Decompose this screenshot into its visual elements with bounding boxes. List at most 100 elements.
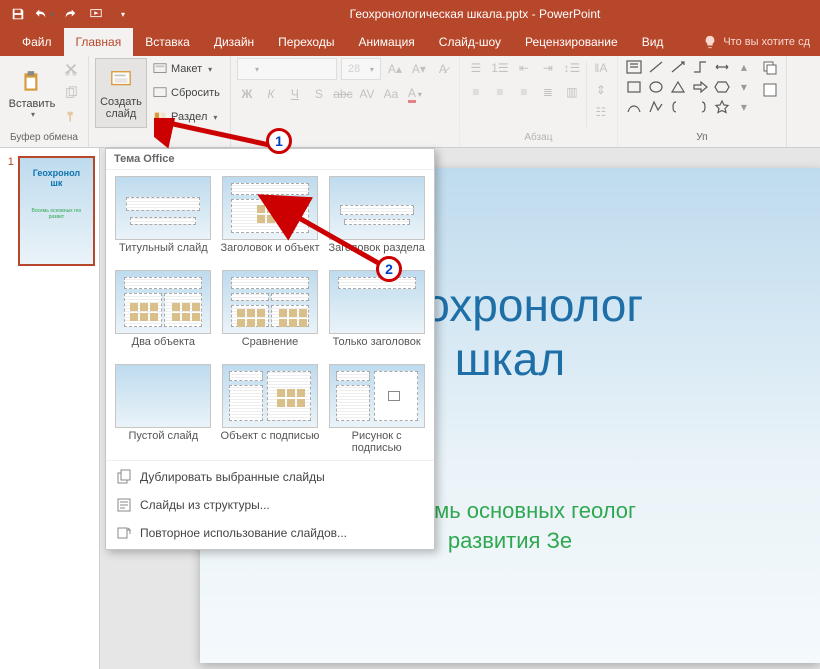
shape-right-arrow-icon[interactable] xyxy=(690,78,710,96)
undo-icon[interactable]: ▾ xyxy=(32,2,56,26)
columns-icon[interactable]: ▥ xyxy=(562,82,582,102)
change-case-icon[interactable]: Aa xyxy=(381,84,401,104)
shape-textbox-icon[interactable] xyxy=(624,58,644,76)
shape-double-arrow-icon[interactable] xyxy=(712,58,732,76)
duplicate-slides[interactable]: Дублировать выбранные слайды xyxy=(106,463,434,491)
underline-button[interactable]: Ч xyxy=(285,84,305,104)
tab-review[interactable]: Рецензирование xyxy=(513,28,630,56)
decrease-indent-icon[interactable]: ⇤ xyxy=(514,58,534,78)
redo-icon[interactable] xyxy=(58,2,82,26)
tell-me-search[interactable]: Что вы хотите сд xyxy=(693,28,820,56)
tab-home[interactable]: Главная xyxy=(64,28,134,56)
group-drawing: ▴ ▾ ▾ Уп xyxy=(618,56,787,147)
shape-brace-icon[interactable] xyxy=(668,98,688,116)
gallery-header: Тема Office xyxy=(106,149,434,170)
slide-thumbnails: 1 Геохронол шк Восемь основных гео разви… xyxy=(0,148,100,669)
shape-curve-icon[interactable] xyxy=(624,98,644,116)
align-text-icon[interactable]: ⇕ xyxy=(591,80,611,100)
tab-slideshow[interactable]: Слайд-шоу xyxy=(427,28,513,56)
group-label-clipboard: Буфер обмена xyxy=(6,131,82,147)
shape-rect-icon[interactable] xyxy=(624,78,644,96)
align-right-icon[interactable]: ≡ xyxy=(514,82,534,102)
font-color-icon[interactable]: A▾ xyxy=(405,84,425,104)
layout-button[interactable]: Макет▾ xyxy=(149,58,224,80)
shape-more-bottom-icon[interactable]: ▾ xyxy=(734,98,754,116)
justify-icon[interactable]: ≣ xyxy=(538,82,558,102)
shape-hexagon-icon[interactable] xyxy=(712,78,732,96)
slides-from-outline[interactable]: Слайды из структуры... xyxy=(106,491,434,519)
tab-file[interactable]: Файл xyxy=(10,28,64,56)
shape-more-top-icon[interactable]: ▴ xyxy=(734,58,754,76)
char-spacing-icon[interactable]: AV xyxy=(357,84,377,104)
shape-star-icon[interactable] xyxy=(712,98,732,116)
bullets-icon[interactable]: ☰ xyxy=(466,58,486,78)
layout-title-content[interactable]: Заголовок и объект xyxy=(219,176,322,266)
arrange-icon[interactable] xyxy=(760,58,780,78)
numbering-icon[interactable]: 1☰ xyxy=(490,58,510,78)
thumb-number: 1 xyxy=(4,156,14,168)
layout-title-only[interactable]: Только заголовок xyxy=(325,270,428,360)
tab-view[interactable]: Вид xyxy=(630,28,676,56)
titlebar: ▾ ▾ Геохронологическая шкала.pptx - Powe… xyxy=(0,0,820,28)
shape-elbow-icon[interactable] xyxy=(690,58,710,76)
group-paragraph: ☰ 1☰ ⇤ ⇥ ↕☰ ≡ ≡ ≡ ≣ ▥ ‖A ⇕ ☷ Абзац xyxy=(460,56,618,147)
duplicate-icon xyxy=(116,469,132,485)
save-icon[interactable] xyxy=(6,2,30,26)
align-left-icon[interactable]: ≡ xyxy=(466,82,486,102)
align-center-icon[interactable]: ≡ xyxy=(490,82,510,102)
layout-two-content[interactable]: Два объекта xyxy=(112,270,215,360)
reset-button[interactable]: Сбросить xyxy=(149,82,224,104)
layout-content-caption[interactable]: Объект с подписью xyxy=(219,364,322,454)
layout-section-header[interactable]: Заголовок раздела xyxy=(325,176,428,266)
slide-thumb-1[interactable]: Геохронол шк Восемь основных гео развит xyxy=(18,156,95,266)
shape-line-arrow-icon[interactable] xyxy=(668,58,688,76)
paste-button[interactable]: Вставить ▾ xyxy=(6,58,58,128)
layout-title-slide[interactable]: Титульный слайд xyxy=(112,176,215,266)
quick-styles-icon[interactable] xyxy=(760,80,780,100)
quick-access-toolbar: ▾ ▾ xyxy=(0,2,134,26)
layout-picture-caption[interactable]: Рисунок с подписью xyxy=(325,364,428,454)
italic-button[interactable]: К xyxy=(261,84,281,104)
lightbulb-icon xyxy=(703,35,717,49)
layout-comparison[interactable]: Сравнение xyxy=(219,270,322,360)
shape-triangle-icon[interactable] xyxy=(668,78,688,96)
shape-more-mid-icon[interactable]: ▾ xyxy=(734,78,754,96)
tab-design[interactable]: Дизайн xyxy=(202,28,266,56)
section-button[interactable]: Раздел▾ xyxy=(149,106,224,128)
reuse-slides[interactable]: Повторное использование слайдов... xyxy=(106,519,434,547)
format-painter-button[interactable] xyxy=(60,106,82,128)
shadow-button[interactable]: S xyxy=(309,84,329,104)
font-family-select[interactable]: ▾ xyxy=(237,58,337,80)
group-clipboard: Вставить ▾ Буфер обмена xyxy=(0,56,89,147)
bold-button[interactable]: Ж xyxy=(237,84,257,104)
ribbon: Вставить ▾ Буфер обмена Создать слайд Ма… xyxy=(0,56,820,148)
cut-button[interactable] xyxy=(60,58,82,80)
reuse-icon xyxy=(116,525,132,541)
strike-button[interactable]: abc xyxy=(333,84,353,104)
decrease-font-icon[interactable]: A▾ xyxy=(409,59,429,79)
shape-line-icon[interactable] xyxy=(646,58,666,76)
layout-blank[interactable]: Пустой слайд xyxy=(112,364,215,454)
shape-oval-icon[interactable] xyxy=(646,78,666,96)
line-spacing-icon[interactable]: ↕☰ xyxy=(562,58,582,78)
font-size-select[interactable]: 28▾ xyxy=(341,58,381,80)
increase-font-icon[interactable]: A▴ xyxy=(385,59,405,79)
tab-transitions[interactable]: Переходы xyxy=(266,28,346,56)
new-slide-button[interactable]: Создать слайд xyxy=(95,58,147,128)
clear-format-icon[interactable]: A̷ xyxy=(433,59,453,79)
group-font: ▾ 28▾ A▴ A▾ A̷ Ж К Ч S abc AV Aa A▾ xyxy=(231,56,460,147)
qat-customize-icon[interactable]: ▾ xyxy=(110,2,134,26)
group-label-paragraph: Абзац xyxy=(466,131,611,147)
tab-insert[interactable]: Вставка xyxy=(133,28,202,56)
text-direction-icon[interactable]: ‖A xyxy=(591,58,611,78)
copy-button[interactable] xyxy=(60,82,82,104)
start-slideshow-icon[interactable] xyxy=(84,2,108,26)
gallery-footer: Дублировать выбранные слайды Слайды из с… xyxy=(106,460,434,549)
outline-icon xyxy=(116,497,132,513)
shape-freeform-icon[interactable] xyxy=(646,98,666,116)
smartart-icon[interactable]: ☷ xyxy=(591,102,611,122)
shapes-gallery[interactable]: ▴ ▾ ▾ xyxy=(624,58,754,116)
increase-indent-icon[interactable]: ⇥ xyxy=(538,58,558,78)
tab-animations[interactable]: Анимация xyxy=(346,28,426,56)
shape-brace2-icon[interactable] xyxy=(690,98,710,116)
